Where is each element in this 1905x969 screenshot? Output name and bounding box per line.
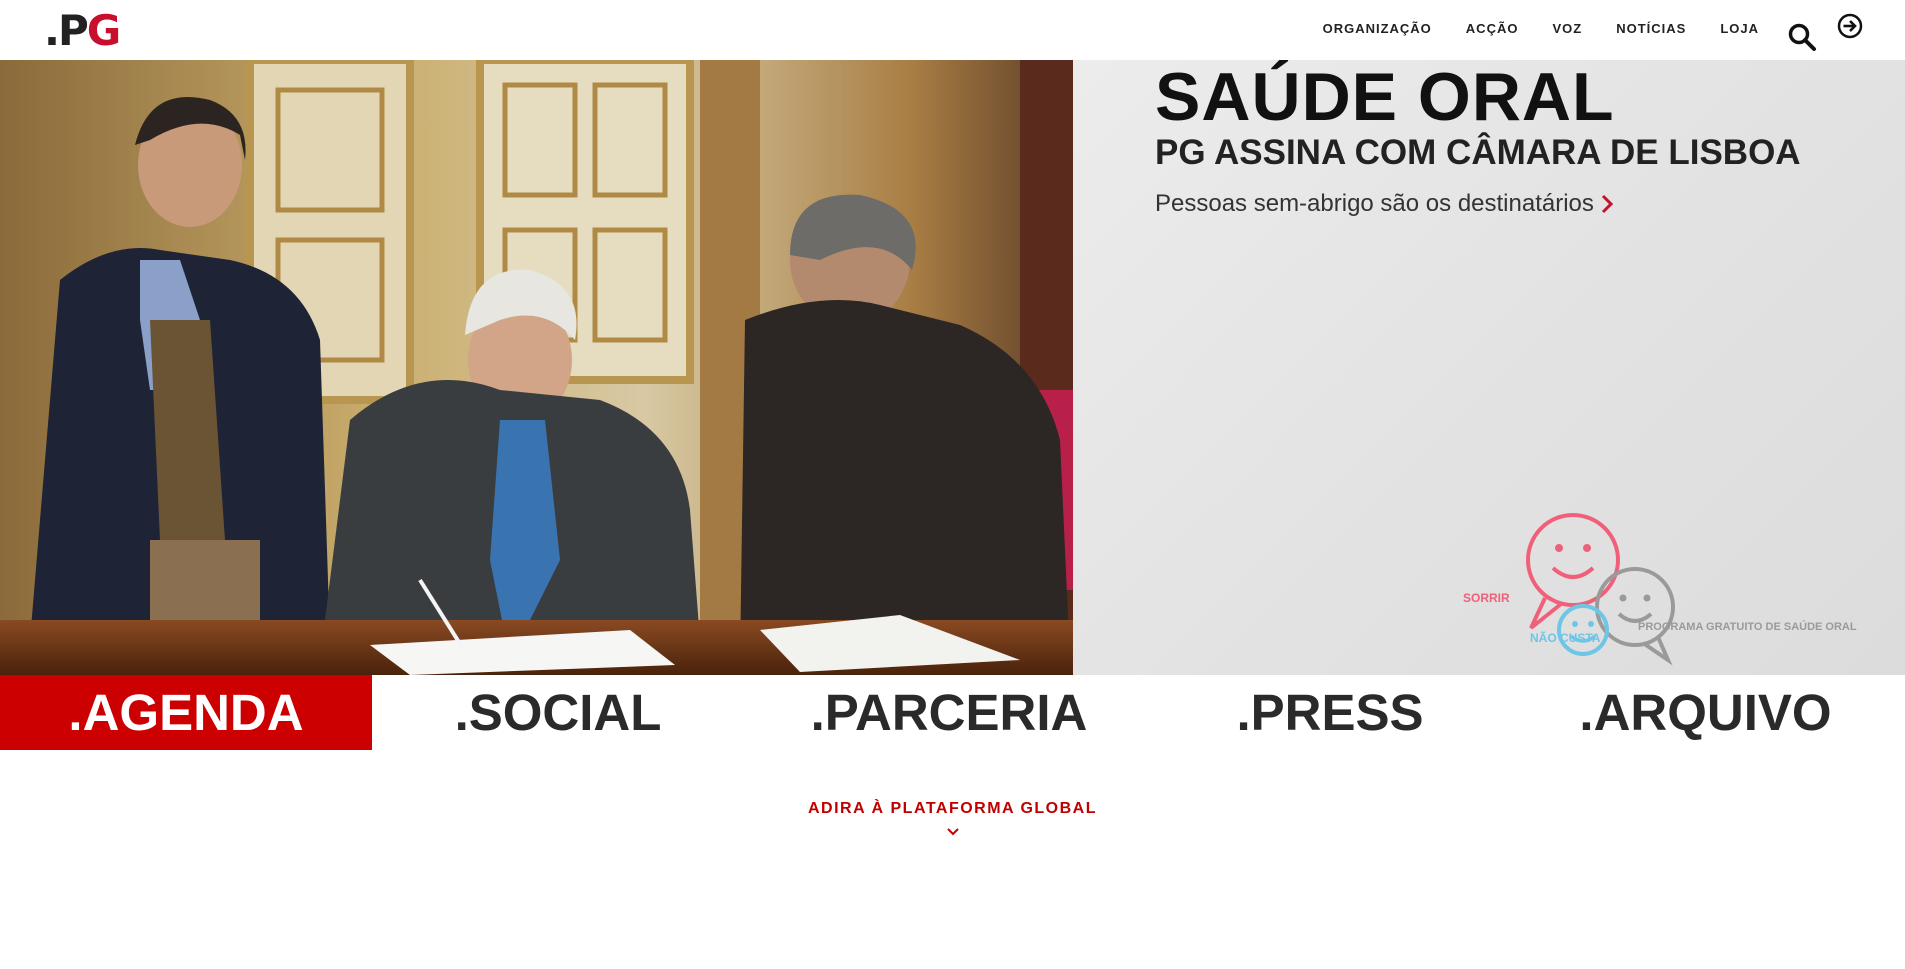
search-button[interactable] bbox=[1787, 22, 1817, 52]
signing-ceremony-image bbox=[0, 60, 1073, 675]
hero-link-text: Pessoas sem-abrigo são os destinatários bbox=[1155, 190, 1594, 217]
promo-badge: SORRIR NÃO CUSTA PROGRAMA GRATUITO DE SA… bbox=[1463, 490, 1873, 670]
hero-photo bbox=[0, 60, 1073, 675]
nav-item-accao[interactable]: ACÇÃO bbox=[1466, 21, 1519, 36]
hero-link[interactable]: Pessoas sem-abrigo são os destinatários bbox=[1155, 190, 1614, 218]
logo-accent: G bbox=[86, 6, 122, 55]
category-press[interactable]: .PRESS bbox=[1154, 675, 1506, 750]
nav-item-organizacao[interactable]: ORGANIZAÇÃO bbox=[1323, 21, 1432, 36]
nav-item-noticias[interactable]: NOTÍCIAS bbox=[1616, 21, 1686, 36]
category-social[interactable]: .SOCIAL bbox=[372, 675, 744, 750]
join-platform[interactable]: ADIRA À PLATAFORMA GLOBAL bbox=[0, 800, 1905, 842]
promo-nao-custa: NÃO CUSTA bbox=[1530, 631, 1601, 645]
site-logo[interactable]: .PG bbox=[44, 6, 122, 56]
category-parceria[interactable]: .PARCERIA bbox=[744, 675, 1154, 750]
hero-title: SAÚDE ORAL bbox=[1155, 60, 1615, 135]
site-header: .PG ORGANIZAÇÃO ACÇÃO VOZ NOTÍCIAS LOJA bbox=[0, 0, 1905, 60]
promo-programa: PROGRAMA GRATUITO DE SAÚDE ORAL bbox=[1638, 621, 1857, 633]
main-nav: ORGANIZAÇÃO ACÇÃO VOZ NOTÍCIAS LOJA bbox=[1323, 0, 1905, 60]
hero-banner[interactable]: SAÚDE ORAL PG ASSINA COM CÂMARA DE LISBO… bbox=[0, 60, 1905, 675]
login-arrow-icon bbox=[1837, 13, 1863, 39]
hero-text-panel: SAÚDE ORAL PG ASSINA COM CÂMARA DE LISBO… bbox=[1073, 60, 1905, 675]
nav-item-voz[interactable]: VOZ bbox=[1552, 21, 1582, 36]
join-label: ADIRA À PLATAFORMA GLOBAL bbox=[807, 800, 1098, 817]
promo-sorrir: SORRIR bbox=[1463, 591, 1510, 605]
nav-item-loja[interactable]: LOJA bbox=[1720, 21, 1759, 36]
search-icon bbox=[1788, 23, 1816, 51]
category-agenda[interactable]: .AGENDA bbox=[0, 675, 372, 750]
chevron-right-icon bbox=[1601, 194, 1614, 214]
login-button[interactable] bbox=[1837, 13, 1863, 39]
category-arquivo[interactable]: .ARQUIVO bbox=[1506, 675, 1905, 750]
chevron-down-icon bbox=[0, 824, 1905, 842]
hero-subtitle: PG ASSINA COM CÂMARA DE LISBOA bbox=[1155, 133, 1801, 172]
category-bar: .AGENDA .SOCIAL .PARCERIA .PRESS .ARQUIV… bbox=[0, 675, 1905, 750]
logo-prefix: .P bbox=[44, 6, 89, 55]
